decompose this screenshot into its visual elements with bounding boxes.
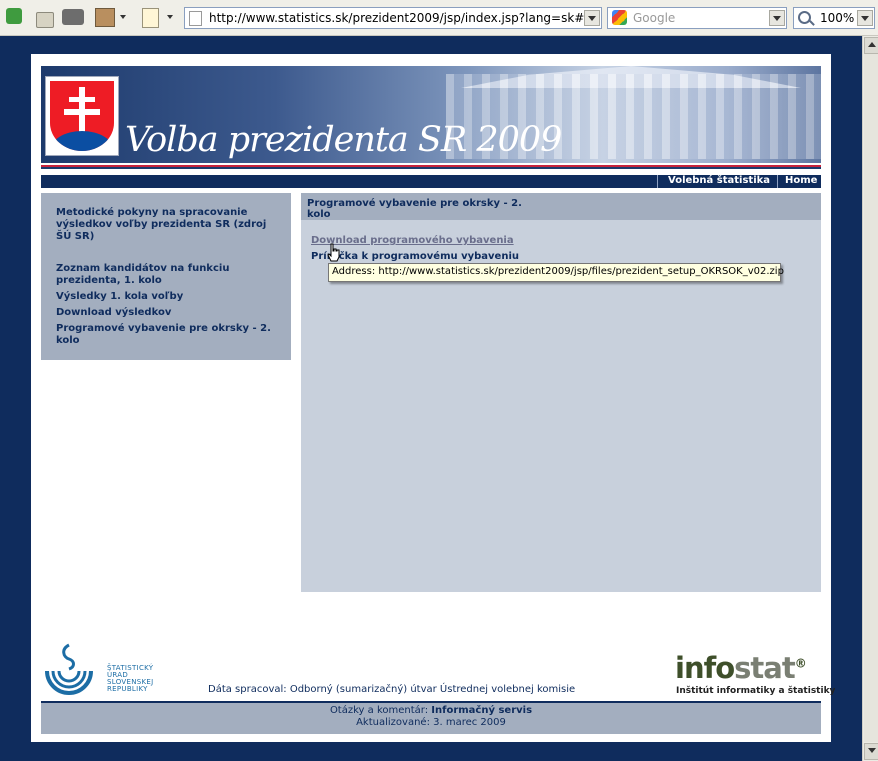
coat-of-arms-icon bbox=[45, 76, 119, 156]
scroll-down-button[interactable] bbox=[864, 743, 878, 760]
search-dropdown-button[interactable] bbox=[769, 10, 785, 26]
susr-logo-icon bbox=[45, 643, 93, 695]
search-input[interactable]: Google bbox=[633, 11, 675, 25]
address-dropdown-button[interactable] bbox=[584, 10, 600, 26]
scroll-thumb[interactable] bbox=[864, 54, 878, 742]
questions-line: Otázky a komentár: Informačný servis bbox=[41, 705, 821, 716]
questions-label: Otázky a komentár: bbox=[329, 705, 432, 716]
zoom-dropdown-button[interactable] bbox=[857, 10, 873, 26]
chevron-down-icon[interactable] bbox=[167, 15, 173, 19]
download-software-link[interactable]: Download programového vybavenia bbox=[311, 235, 514, 246]
browser-toolbar: http://www.statistics.sk/prezident2009/j… bbox=[0, 0, 878, 36]
info-service-link[interactable]: Informačný servis bbox=[431, 705, 532, 716]
sidebar-item-programove-vybavenie[interactable]: Programové vybavenie pre okrsky - 2. kol… bbox=[56, 323, 281, 347]
print-icon[interactable] bbox=[62, 9, 84, 25]
address-bar[interactable]: http://www.statistics.sk/prezident2009/j… bbox=[184, 7, 602, 29]
refresh-icon[interactable] bbox=[6, 8, 22, 24]
main-content: Programové vybavenie pre okrsky - 2. kol… bbox=[301, 193, 821, 592]
page-background: Volba prezidenta SR 2009 Volebná štatist… bbox=[0, 36, 862, 761]
infostat-logo[interactable]: infostat® Inštitút informatiky a štatist… bbox=[675, 651, 835, 701]
banner-title: Volba prezidenta SR 2009 bbox=[125, 120, 562, 160]
content-title: Programové vybavenie pre okrsky - 2. kol… bbox=[307, 198, 522, 220]
google-icon bbox=[612, 10, 627, 25]
page-icon bbox=[189, 11, 202, 26]
page-icon[interactable] bbox=[142, 8, 159, 28]
top-navigation: Volebná štatistika Home bbox=[41, 175, 821, 188]
nav-link-home[interactable]: Home bbox=[785, 175, 817, 186]
susr-logo-text: ŠTATISTICKÝ ÚRAD SLOVENSKEJ REPUBLIKY bbox=[107, 664, 154, 693]
zoom-control[interactable]: 100% bbox=[793, 7, 875, 29]
updated-label: Aktualizované: 3. marec 2009 bbox=[356, 717, 506, 728]
flag-stripe bbox=[41, 163, 821, 169]
page-sheet: Volba prezidenta SR 2009 Volebná štatist… bbox=[31, 54, 835, 742]
hand-cursor-icon bbox=[327, 243, 340, 262]
scroll-up-button[interactable] bbox=[864, 37, 878, 54]
address-text[interactable]: http://www.statistics.sk/prezident2009/j… bbox=[209, 11, 584, 25]
processed-by-label: Dáta spracoval: Odborný (sumarizačný) út… bbox=[208, 684, 576, 695]
sidebar-item-zoznam-kandidatov[interactable]: Zoznam kandidátov na funkciu prezidenta,… bbox=[56, 263, 281, 287]
infostat-subtitle: Inštitút informatiky a štatistiky bbox=[676, 686, 836, 696]
content-heading: Programové vybavenie pre okrsky - 2. kol… bbox=[301, 193, 821, 220]
chevron-down-icon[interactable] bbox=[120, 15, 126, 19]
nav-separator bbox=[777, 175, 778, 188]
link-tooltip: Address: http://www.statistics.sk/prezid… bbox=[328, 263, 784, 282]
tooltip-text: Address: http://www.statistics.sk/prezid… bbox=[332, 266, 784, 277]
sidebar: Metodické pokyny na spracovanie výsledko… bbox=[41, 193, 291, 360]
vertical-scrollbar[interactable] bbox=[862, 36, 878, 761]
image-icon[interactable] bbox=[95, 8, 115, 27]
software-manual-link[interactable]: Príručka k programovému vybaveniu bbox=[311, 251, 519, 262]
header-banner: Volba prezidenta SR 2009 bbox=[41, 66, 821, 169]
infostat-logo-text: infostat® bbox=[675, 651, 807, 685]
sidebar-item-download-vysledkov[interactable]: Download výsledkov bbox=[56, 307, 281, 319]
lock-icon[interactable] bbox=[36, 12, 54, 28]
susr-logo[interactable]: ŠTATISTICKÝ ÚRAD SLOVENSKEJ REPUBLIKY bbox=[41, 639, 166, 699]
nav-separator bbox=[657, 175, 658, 188]
nav-link-volebna-statistika[interactable]: Volebná štatistika bbox=[668, 175, 770, 186]
footer-bar: Otázky a komentár: Informačný servis Akt… bbox=[41, 701, 821, 734]
zoom-icon bbox=[798, 11, 811, 24]
sidebar-item-metodicke-pokyny[interactable]: Metodické pokyny na spracovanie výsledko… bbox=[56, 207, 281, 243]
sidebar-item-vysledky-1-kola[interactable]: Výsledky 1. kola voľby bbox=[56, 291, 281, 303]
search-box[interactable]: Google bbox=[607, 7, 787, 29]
zoom-level: 100% bbox=[820, 11, 855, 25]
